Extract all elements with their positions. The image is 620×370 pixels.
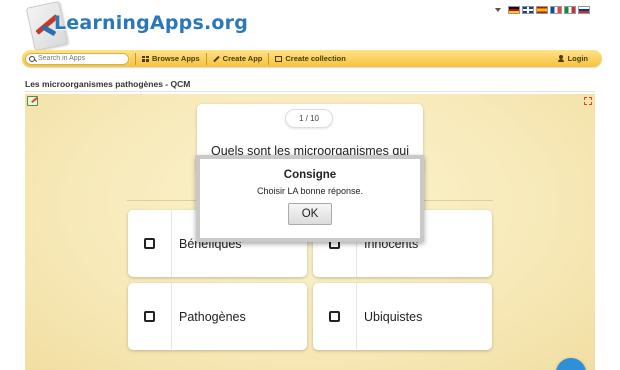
- nav-divider: [205, 52, 207, 65]
- dialog-title: Consigne: [283, 169, 337, 181]
- flag-it-icon[interactable]: [564, 6, 576, 14]
- flag-de-icon[interactable]: [508, 6, 520, 14]
- logo[interactable]: LearningApps.org: [25, 0, 248, 52]
- checkbox-icon[interactable]: [144, 238, 155, 249]
- flag-es-icon[interactable]: [536, 6, 548, 14]
- login-label: Login: [567, 54, 588, 63]
- login-link[interactable]: Login: [557, 54, 588, 63]
- language-dropdown-icon[interactable]: [495, 8, 501, 12]
- checkbox-icon[interactable]: [144, 311, 155, 322]
- pencil-icon: [212, 55, 220, 62]
- search-input[interactable]: [38, 55, 123, 62]
- answer-label: Ubiquistes: [364, 309, 423, 324]
- nav-divider: [268, 52, 270, 65]
- fullscreen-icon[interactable]: [584, 97, 592, 105]
- app-stage: 1 / 10 Quels sont les microorganismes qu…: [25, 94, 595, 370]
- edit-icon[interactable]: [27, 96, 38, 106]
- checkbox-icon[interactable]: [329, 311, 340, 322]
- flag-ru-icon[interactable]: [578, 6, 590, 14]
- nav-divider: [135, 52, 136, 65]
- language-flags: [495, 6, 590, 14]
- logo-text: LearningApps.org: [54, 12, 249, 34]
- answer-option[interactable]: Ubiquistes: [313, 283, 492, 350]
- answer-checkbox-cell: [313, 283, 357, 350]
- answer-checkbox-cell: [128, 283, 172, 350]
- instruction-dialog: Consigne Choisir LA bonne réponse. OK: [196, 155, 424, 242]
- create-collection-label: Create collection: [285, 54, 346, 63]
- browse-apps-link[interactable]: Browse Apps: [142, 54, 200, 63]
- answer-option[interactable]: Pathogènes: [128, 283, 307, 350]
- answer-label: Pathogènes: [179, 309, 246, 324]
- flag-gb-icon[interactable]: [522, 6, 534, 14]
- create-app-label: Create App: [222, 54, 263, 63]
- collection-icon: [275, 55, 283, 62]
- search-icon: [29, 55, 35, 62]
- grid-icon: [142, 55, 149, 62]
- app-title: Les microorganismes pathogènes - QCM: [25, 79, 191, 89]
- user-icon: [557, 55, 564, 62]
- main-navbar: Browse Apps Create App Create collection…: [22, 50, 602, 67]
- answer-checkbox-cell: [128, 210, 172, 277]
- browse-apps-label: Browse Apps: [152, 54, 200, 63]
- title-divider: [25, 91, 595, 92]
- flag-fr-icon[interactable]: [550, 6, 562, 14]
- create-collection-link[interactable]: Create collection: [275, 54, 346, 63]
- floating-action-button[interactable]: [556, 358, 586, 370]
- dialog-text: Choisir LA bonne réponse.: [256, 186, 364, 196]
- search-box[interactable]: [25, 52, 129, 65]
- ok-button[interactable]: OK: [288, 203, 332, 225]
- question-counter: 1 / 10: [285, 109, 333, 128]
- create-app-link[interactable]: Create App: [212, 54, 263, 63]
